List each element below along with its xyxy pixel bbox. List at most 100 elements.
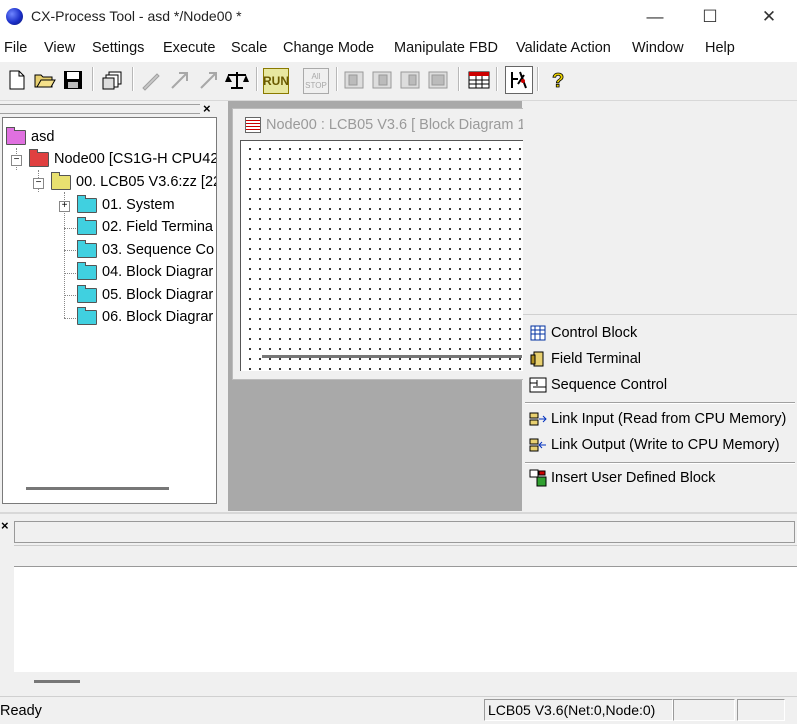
menu-item-label: Field Terminal bbox=[551, 351, 641, 367]
menu-item-link-output[interactable]: Link Output (Write to CPU Memory) bbox=[529, 434, 780, 456]
output-list[interactable] bbox=[14, 545, 797, 672]
block-diagram-canvas[interactable] bbox=[240, 140, 523, 371]
menu-item-label: Sequence Control bbox=[551, 377, 668, 393]
copy-windows-icon[interactable] bbox=[101, 68, 125, 92]
block-4-icon[interactable] bbox=[426, 68, 450, 92]
menu-separator bbox=[525, 462, 795, 464]
maximize-button[interactable]: ☐ bbox=[695, 6, 725, 28]
link-input-icon bbox=[529, 411, 547, 427]
all-stop-icon[interactable]: All STOP bbox=[303, 68, 329, 94]
menu-settings[interactable]: Settings bbox=[92, 40, 144, 56]
tree-horizontal-scrollbar[interactable] bbox=[26, 487, 169, 490]
menu-item-label: Link Input (Read from CPU Memory) bbox=[551, 411, 787, 427]
project-tree: asd − Node00 [CS1G-H CPU42 − 00. LCB05 V… bbox=[2, 117, 217, 504]
collapse-icon[interactable]: − bbox=[11, 155, 22, 166]
balance-icon[interactable] bbox=[225, 68, 249, 92]
svg-text:?: ? bbox=[552, 70, 564, 91]
control-block-icon bbox=[529, 325, 547, 341]
menu-change-mode[interactable]: Change Mode bbox=[283, 40, 374, 56]
tree-item-sequence-control[interactable]: 03. Sequence Co bbox=[77, 239, 214, 260]
save-icon[interactable] bbox=[61, 68, 85, 92]
menu-item-sequence-control[interactable]: Sequence Control bbox=[529, 374, 667, 396]
toolbar-separator bbox=[132, 67, 134, 91]
toolbar-separator bbox=[496, 67, 498, 91]
tree-item-node00[interactable]: Node00 [CS1G-H CPU42 bbox=[29, 148, 217, 169]
block-2-icon[interactable] bbox=[370, 68, 394, 92]
tree-item-block-diagram-5[interactable]: 05. Block Diagrar bbox=[77, 284, 213, 305]
output-horizontal-scrollbar[interactable] bbox=[34, 680, 80, 683]
menu-item-label: Control Block bbox=[551, 325, 638, 341]
tree-item-label: Node00 [CS1G-H CPU42 bbox=[54, 151, 217, 167]
field-terminal-icon bbox=[529, 351, 547, 367]
tree-item-block-diagram-6[interactable]: 06. Block Diagrar bbox=[77, 306, 214, 327]
menu-file[interactable]: File bbox=[4, 40, 27, 56]
output-list-header bbox=[14, 546, 797, 567]
user-block-icon bbox=[529, 469, 547, 487]
app-icon bbox=[6, 8, 23, 25]
output-close-icon[interactable]: × bbox=[1, 518, 9, 533]
block-3-icon[interactable] bbox=[398, 68, 422, 92]
tree-item-label: 06. Block Diagrar bbox=[102, 309, 214, 325]
open-folder-icon bbox=[77, 261, 97, 280]
status-lcb-panel: LCB05 V3.6(Net:0,Node:0) bbox=[484, 699, 673, 721]
menu-scale[interactable]: Scale bbox=[231, 40, 267, 56]
insert-context-menu: Control Block Field Terminal Sequence Co… bbox=[523, 314, 797, 511]
tree-item-label: 02. Field Termina bbox=[102, 219, 213, 235]
expand-icon[interactable]: + bbox=[59, 201, 70, 212]
arrow-diagonal-2-icon[interactable] bbox=[197, 68, 221, 92]
help-icon[interactable]: ? bbox=[545, 68, 569, 92]
folder-icon bbox=[77, 239, 97, 258]
tools-icon[interactable] bbox=[505, 66, 533, 94]
menu-item-label: Insert User Defined Block bbox=[551, 470, 716, 486]
tree-connector bbox=[64, 295, 76, 296]
table-icon[interactable] bbox=[467, 68, 491, 92]
tree-item-system[interactable]: 01. System bbox=[77, 194, 175, 215]
tree-item-field-terminal[interactable]: 02. Field Termina bbox=[77, 216, 213, 237]
folder-icon bbox=[77, 216, 97, 235]
new-icon[interactable] bbox=[5, 68, 29, 92]
menu-item-control-block[interactable]: Control Block bbox=[529, 322, 637, 344]
tree-connector bbox=[64, 318, 76, 319]
tree-close-icon[interactable]: × bbox=[203, 101, 211, 116]
folder-icon bbox=[77, 194, 97, 213]
block-1-icon[interactable] bbox=[342, 68, 366, 92]
tree-pane-grip[interactable] bbox=[0, 104, 200, 114]
output-input-bar[interactable] bbox=[14, 521, 795, 543]
menu-window[interactable]: Window bbox=[632, 40, 684, 56]
menu-item-insert-user-defined-block[interactable]: Insert User Defined Block bbox=[529, 467, 715, 489]
tree-item-block-diagram-4[interactable]: 04. Block Diagrar bbox=[77, 261, 214, 282]
menu-execute[interactable]: Execute bbox=[163, 40, 215, 56]
toolbar-separator bbox=[458, 67, 460, 91]
link-output-icon bbox=[529, 437, 547, 453]
canvas-horizontal-scrollbar[interactable] bbox=[262, 355, 522, 358]
tree-item-lcb05[interactable]: 00. LCB05 V3.6:zz [22 bbox=[51, 171, 216, 192]
block-diagram-window-title[interactable]: Node00 : LCB05 V3.6 [ Block Diagram 1 bbox=[266, 117, 526, 133]
status-panel-empty bbox=[673, 699, 735, 721]
open-icon[interactable] bbox=[33, 68, 57, 92]
menu-validate-action[interactable]: Validate Action bbox=[516, 40, 611, 56]
folder-icon bbox=[29, 148, 49, 167]
run-icon[interactable]: RUN bbox=[263, 68, 289, 94]
toolbar-separator bbox=[92, 67, 94, 91]
tree-item-label: asd bbox=[31, 129, 55, 145]
arrow-diagonal-icon[interactable] bbox=[168, 68, 192, 92]
minimize-button[interactable]: — bbox=[640, 6, 670, 28]
tree-connector bbox=[64, 228, 76, 229]
pen-icon[interactable] bbox=[139, 68, 163, 92]
menu-view[interactable]: View bbox=[44, 40, 75, 56]
tree-item-asd[interactable]: asd bbox=[6, 126, 55, 147]
menu-item-label: Link Output (Write to CPU Memory) bbox=[551, 437, 780, 453]
close-button[interactable]: ✕ bbox=[754, 6, 784, 28]
toolbar-separator bbox=[256, 67, 258, 91]
tree-item-label: 04. Block Diagrar bbox=[102, 264, 214, 280]
toolbar-separator bbox=[336, 67, 338, 91]
menu-help[interactable]: Help bbox=[705, 40, 735, 56]
tree-connector bbox=[64, 250, 76, 251]
menu-item-link-input[interactable]: Link Input (Read from CPU Memory) bbox=[529, 408, 786, 430]
tree-connector bbox=[64, 273, 76, 274]
menu-manipulate-fbd[interactable]: Manipulate FBD bbox=[394, 40, 498, 56]
window-title: CX-Process Tool - asd */Node00 * bbox=[31, 8, 242, 24]
folder-icon bbox=[77, 306, 97, 325]
menu-item-field-terminal[interactable]: Field Terminal bbox=[529, 348, 641, 370]
collapse-icon[interactable]: − bbox=[33, 178, 44, 189]
